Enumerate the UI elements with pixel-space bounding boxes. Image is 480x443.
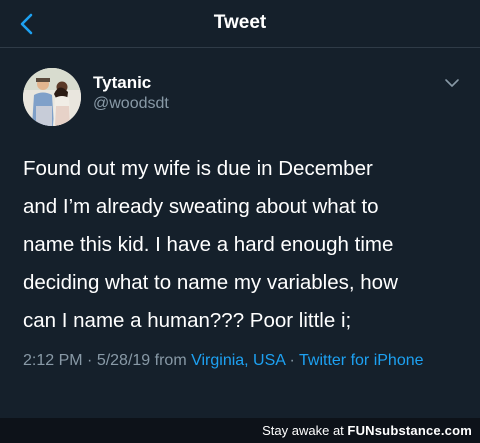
tweet-time: 2:12 PM (23, 352, 83, 369)
meta-separator: · (82, 352, 97, 369)
location-link[interactable]: Virginia, USA (191, 352, 285, 369)
watermark-text: Stay awake at FUNsubstance.com (262, 423, 472, 438)
top-bar: Tweet (0, 0, 480, 48)
tweet-metadata: 2:12 PM · 5/28/19 from Virginia, USA · T… (23, 349, 443, 373)
page-title: Tweet (213, 12, 267, 33)
tweet-menu-button[interactable] (443, 76, 461, 90)
watermark-brand: FUNsubstance.com (347, 423, 472, 438)
from-label: from (150, 352, 192, 369)
watermark-brand-rest: substance.com (374, 423, 472, 438)
client-link[interactable]: Twitter for iPhone (299, 352, 424, 369)
avatar[interactable] (23, 68, 81, 126)
author-handle[interactable]: @woodsdt (93, 95, 169, 113)
watermark-brand-fun: FUN (347, 423, 375, 438)
tweet-body: Found out my wife is due in December and… (23, 157, 398, 332)
watermark-prefix: Stay awake at (262, 423, 348, 438)
chevron-down-icon (445, 79, 459, 87)
watermark-bar: Stay awake at FUNsubstance.com (0, 418, 480, 443)
profile-photo (23, 68, 81, 126)
author-display-name[interactable]: Tytanic (93, 73, 151, 93)
tweet-date: 5/28/19 (96, 352, 151, 369)
meta-separator-2: · (285, 352, 300, 369)
